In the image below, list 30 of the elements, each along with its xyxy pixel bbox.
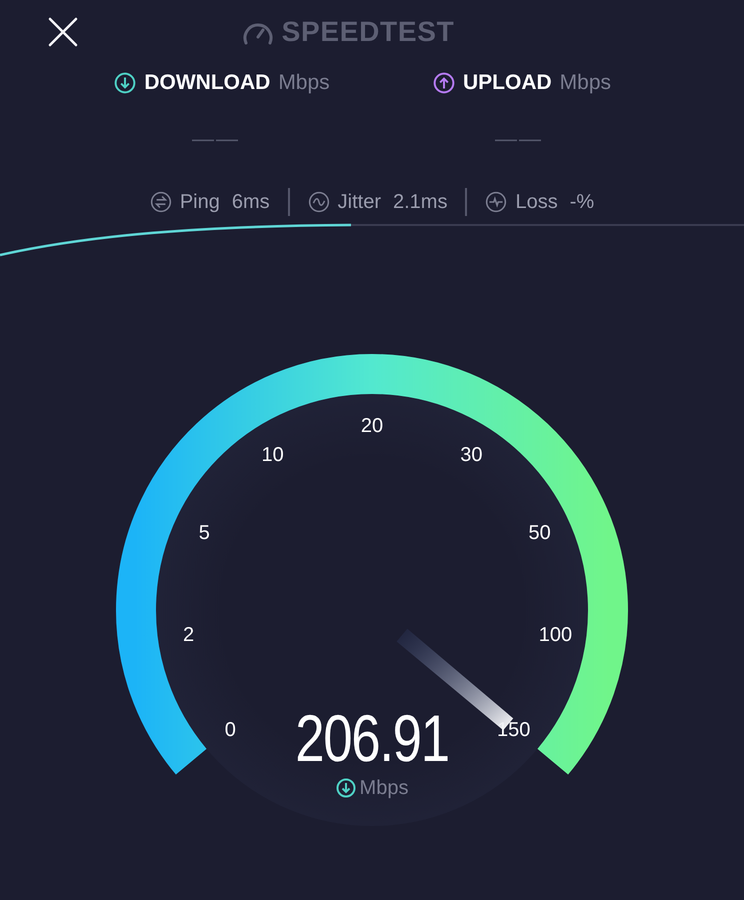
upload-value: — — xyxy=(494,125,540,153)
scale-label: 10 xyxy=(261,444,284,466)
scale-label: 2 xyxy=(183,624,194,646)
download-label: DOWNLOAD xyxy=(144,70,270,96)
unit-label: Mbps xyxy=(278,70,330,96)
stat-label: Ping xyxy=(180,190,220,215)
scale-label: 50 xyxy=(528,522,551,544)
scale-label: 5 xyxy=(198,522,210,544)
download-icon xyxy=(114,72,136,94)
speed-unit: Mbps xyxy=(360,776,408,801)
unit-label: Mbps xyxy=(560,70,612,96)
stat-value: -% xyxy=(570,190,594,215)
loss-icon xyxy=(485,191,508,213)
close-icon[interactable] xyxy=(48,17,78,47)
scale-label: 30 xyxy=(460,444,483,466)
scale-label: 20 xyxy=(360,415,384,437)
scale-label: 100 xyxy=(538,624,572,646)
app-title: SPEEDTEST xyxy=(282,15,454,49)
stat-label: Jitter xyxy=(338,190,381,215)
upload-icon xyxy=(432,72,455,94)
ping-icon xyxy=(150,191,172,213)
stat-value: 2.1ms xyxy=(393,190,448,215)
upload-label: UPLOAD xyxy=(462,70,552,96)
stat-value: 6ms xyxy=(232,190,270,215)
download-icon xyxy=(336,778,356,798)
speed-reading: 206.91 xyxy=(295,705,449,771)
stat-label: Loss xyxy=(515,190,558,215)
download-value: — — xyxy=(192,125,236,153)
jitter-icon xyxy=(308,191,330,213)
scale-label: 0 xyxy=(224,718,236,741)
